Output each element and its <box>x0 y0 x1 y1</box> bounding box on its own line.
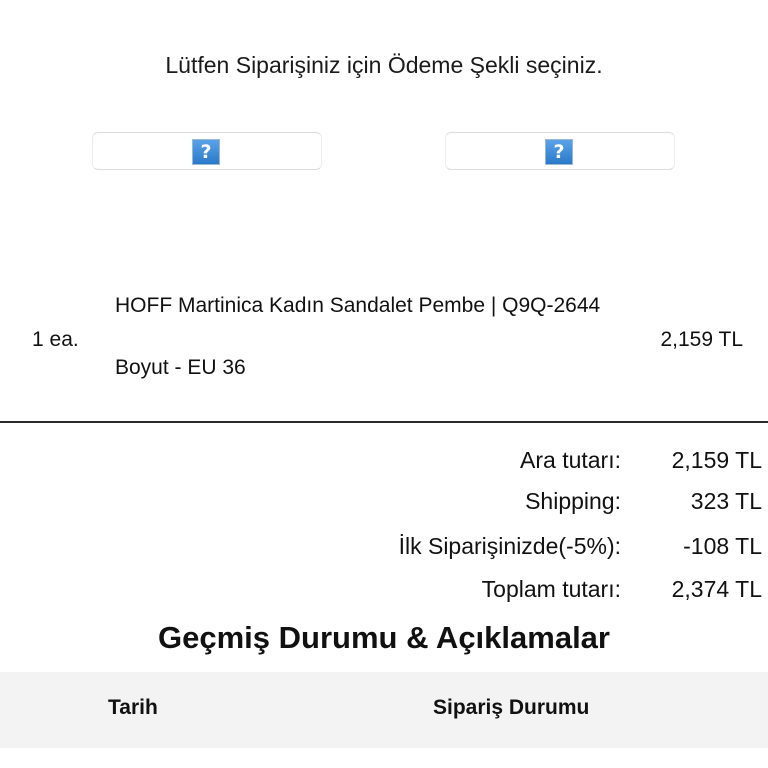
total-row: Toplam tutarı: 2,374 TL <box>0 576 768 606</box>
payment-option-1[interactable]: ? <box>92 132 322 170</box>
shipping-value: 323 TL <box>690 488 762 514</box>
product-name: HOFF Martinica Kadın Sandalet Pembe | Q9… <box>115 294 601 317</box>
subtotal-row: Ara tutarı: 2,159 TL <box>0 447 768 477</box>
column-header-date: Tarih <box>108 696 158 719</box>
shipping-row: Shipping: 323 TL <box>0 488 768 518</box>
subtotal-label: Ara tutarı: <box>520 447 621 473</box>
payment-option-2[interactable]: ? <box>445 132 675 170</box>
total-value: 2,374 TL <box>671 576 762 602</box>
total-label: Toplam tutarı: <box>481 576 621 602</box>
history-title: Geçmiş Durumu & Açıklamalar <box>158 620 610 655</box>
subtotal-value: 2,159 TL <box>671 447 762 473</box>
item-quantity: 1 ea. <box>32 328 79 351</box>
item-price: 2,159 TL <box>660 328 743 351</box>
column-header-order-status: Sipariş Durumu <box>433 696 590 719</box>
product-size: Boyut - EU 36 <box>115 356 246 379</box>
broken-image-icon: ? <box>545 139 573 165</box>
payment-prompt: Lütfen Siparişiniz için Ödeme Şekli seçi… <box>165 52 603 78</box>
shipping-label: Shipping: <box>525 488 621 514</box>
divider <box>0 421 768 423</box>
discount-label: İlk Siparişinizde(-5%): <box>398 533 621 559</box>
discount-value: -108 TL <box>683 533 762 559</box>
broken-image-icon: ? <box>192 139 220 165</box>
history-table-header: Tarih Sipariş Durumu <box>0 672 768 748</box>
discount-row: İlk Siparişinizde(-5%): -108 TL <box>0 533 768 563</box>
